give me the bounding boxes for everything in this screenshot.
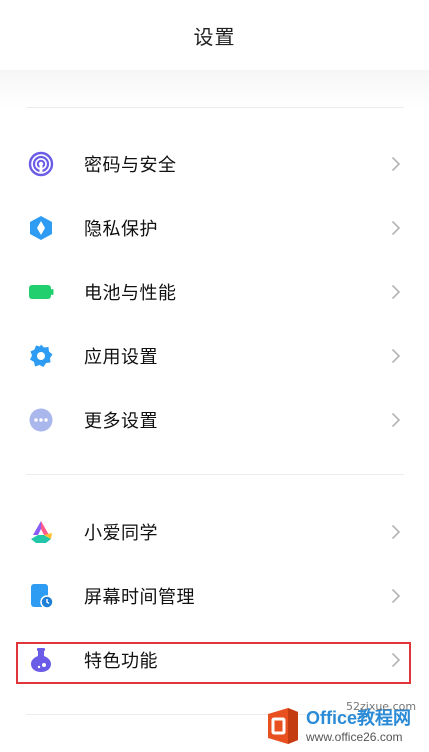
settings-item-label: 屏幕时间管理 bbox=[84, 587, 195, 608]
watermark-overlay: 52zixue.com bbox=[346, 700, 417, 713]
settings-item-label: 更多设置 bbox=[84, 411, 158, 432]
settings-item-label: 密码与安全 bbox=[84, 155, 177, 176]
fingerprint-icon bbox=[28, 151, 54, 177]
settings-item-battery[interactable]: 电池与性能 bbox=[0, 260, 429, 324]
office-logo-icon bbox=[264, 706, 302, 746]
settings-item-more-settings[interactable]: 更多设置 bbox=[0, 388, 429, 452]
header: 设置 bbox=[0, 0, 429, 70]
chevron-right-icon bbox=[391, 156, 401, 172]
chevron-right-icon bbox=[391, 220, 401, 236]
screen-time-icon bbox=[28, 583, 54, 609]
settings-item-label: 小爱同学 bbox=[84, 523, 158, 544]
settings-item-privacy[interactable]: 隐私保护 bbox=[0, 196, 429, 260]
settings-item-xiaoai[interactable]: 小爱同学 bbox=[0, 500, 429, 564]
group-divider bbox=[26, 107, 404, 108]
privacy-shield-icon bbox=[28, 215, 54, 241]
chevron-right-icon bbox=[391, 412, 401, 428]
chevron-right-icon bbox=[391, 652, 401, 668]
page-title: 设置 bbox=[193, 24, 236, 49]
chevron-right-icon bbox=[391, 284, 401, 300]
more-dots-icon bbox=[28, 407, 54, 433]
settings-item-label: 电池与性能 bbox=[84, 283, 177, 304]
header-shadow bbox=[0, 70, 429, 108]
chevron-right-icon bbox=[391, 348, 401, 364]
battery-icon bbox=[28, 279, 54, 305]
watermark-url: www.office26.com bbox=[306, 730, 403, 744]
gear-icon bbox=[28, 343, 54, 369]
flask-icon bbox=[28, 647, 54, 673]
settings-item-label: 应用设置 bbox=[84, 347, 158, 368]
settings-item-label: 特色功能 bbox=[84, 651, 158, 672]
settings-item-special-features[interactable]: 特色功能 bbox=[0, 628, 429, 692]
settings-item-password-security[interactable]: 密码与安全 bbox=[0, 132, 429, 196]
settings-item-app-settings[interactable]: 应用设置 bbox=[0, 324, 429, 388]
xiaoai-icon bbox=[28, 519, 54, 545]
settings-item-label: 隐私保护 bbox=[84, 219, 158, 240]
chevron-right-icon bbox=[391, 524, 401, 540]
chevron-right-icon bbox=[391, 588, 401, 604]
settings-item-screen-time[interactable]: 屏幕时间管理 bbox=[0, 564, 429, 628]
group-divider bbox=[26, 474, 404, 475]
